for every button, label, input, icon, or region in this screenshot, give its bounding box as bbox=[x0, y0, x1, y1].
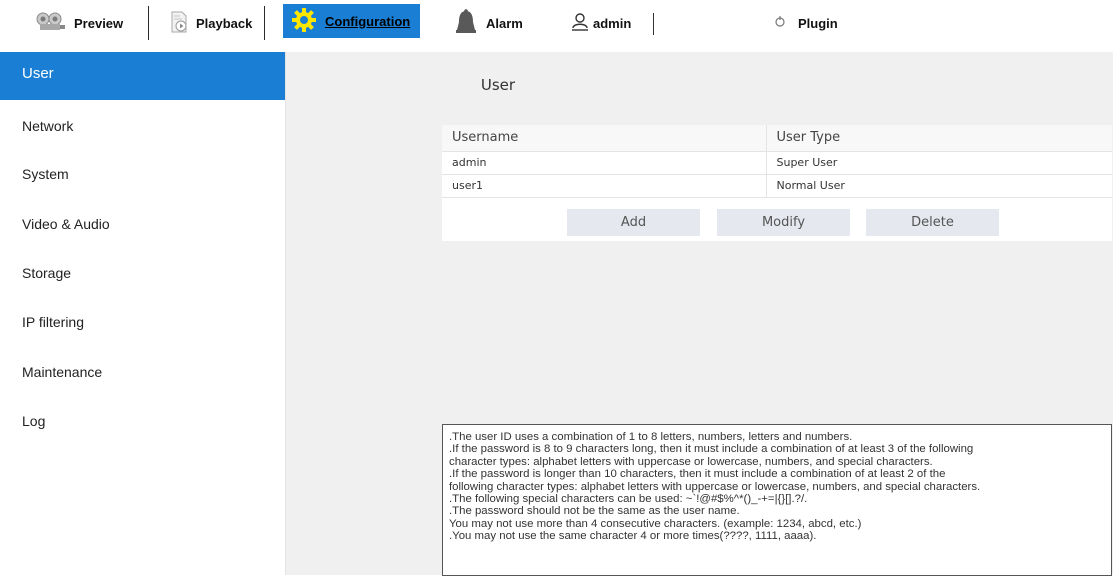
plugin-button[interactable]: Plugin bbox=[774, 6, 838, 40]
top-navigation-bar: Preview Playback Configuration Alarm adm… bbox=[0, 0, 1113, 53]
playback-button[interactable]: Playback bbox=[170, 6, 252, 40]
configuration-button[interactable]: Configuration bbox=[283, 4, 420, 38]
preview-label: Preview bbox=[74, 15, 124, 31]
user-list-panel: Username User Type admin Super User user… bbox=[442, 125, 1112, 241]
table-row[interactable]: admin Super User bbox=[442, 151, 1112, 175]
sidebar-item-storage[interactable]: Storage bbox=[0, 248, 285, 296]
alarm-label: Alarm bbox=[486, 15, 523, 31]
sidebar-item-label: Storage bbox=[22, 265, 72, 281]
note-line: .The following special characters can be… bbox=[449, 493, 808, 506]
sidebar-item-label: System bbox=[22, 166, 69, 182]
table-row[interactable]: user1 Normal User bbox=[442, 174, 1112, 198]
configuration-label: Configuration bbox=[325, 13, 411, 29]
sidebar-item-label: Log bbox=[22, 413, 46, 429]
sidebar-item-video-audio[interactable]: Video & Audio bbox=[0, 200, 285, 248]
user-table: Username User Type admin Super User user… bbox=[442, 125, 1112, 198]
sidebar-item-label: Video & Audio bbox=[22, 216, 110, 232]
add-user-button[interactable]: Add bbox=[567, 209, 700, 236]
plugin-label: Plugin bbox=[798, 15, 838, 31]
note-line: .The user ID uses a combination of 1 to … bbox=[449, 431, 853, 443]
note-line: .If the password is 8 to 9 characters lo… bbox=[449, 443, 974, 456]
sidebar-item-maintenance[interactable]: Maintenance bbox=[0, 348, 285, 396]
current-user-label: admin bbox=[593, 15, 632, 31]
action-button-row: Add Modify Delete bbox=[442, 209, 1112, 237]
user-type-column-header: User Type bbox=[766, 125, 1112, 152]
preview-button[interactable]: Preview bbox=[34, 6, 123, 40]
nav-divider bbox=[264, 6, 265, 40]
main-content: User Username User Type admin Super User… bbox=[286, 52, 1113, 576]
bell-icon bbox=[454, 8, 478, 38]
plugin-icon bbox=[774, 15, 786, 32]
note-line: .The password should not be the same as … bbox=[449, 505, 740, 518]
sidebar-item-system[interactable]: System bbox=[0, 150, 285, 198]
sidebar-item-label: Network bbox=[22, 118, 74, 134]
nav-divider bbox=[653, 13, 654, 35]
sidebar-item-log[interactable]: Log bbox=[0, 396, 285, 444]
modify-user-button[interactable]: Modify bbox=[717, 209, 850, 236]
nav-divider bbox=[148, 6, 149, 40]
table-header-row: Username User Type bbox=[442, 125, 1112, 152]
username-cell: admin bbox=[442, 151, 767, 175]
sidebar-item-label: Maintenance bbox=[22, 364, 103, 380]
username-cell: user1 bbox=[442, 174, 767, 198]
playback-icon bbox=[170, 11, 188, 36]
username-column-header: Username bbox=[442, 125, 767, 152]
note-line: following character types: alphabet lett… bbox=[449, 480, 981, 493]
camera-icon bbox=[34, 11, 66, 36]
sidebar-menu: User Network System Video & Audio Storag… bbox=[0, 52, 286, 575]
sidebar-item-ip-filtering[interactable]: IP filtering bbox=[0, 298, 285, 346]
note-line: You may not use more than 4 consecutive … bbox=[449, 517, 862, 530]
sidebar-item-network[interactable]: Network bbox=[0, 100, 285, 148]
user-type-cell: Normal User bbox=[766, 174, 1112, 198]
alarm-button[interactable]: Alarm bbox=[454, 6, 523, 40]
user-type-cell: Super User bbox=[766, 151, 1112, 175]
user-icon bbox=[570, 12, 590, 35]
gear-icon bbox=[291, 7, 317, 36]
note-line: .If the password is longer than 10 chara… bbox=[449, 468, 946, 481]
password-rules-note: .The user ID uses a combination of 1 to … bbox=[442, 424, 1112, 576]
note-line: character types: alphabet letters with u… bbox=[449, 455, 933, 468]
note-line: .You may not use the same character 4 or… bbox=[449, 530, 817, 543]
current-user[interactable]: admin bbox=[570, 6, 631, 40]
playback-label: Playback bbox=[196, 15, 253, 31]
page-title: User bbox=[480, 76, 516, 94]
delete-user-button[interactable]: Delete bbox=[866, 209, 999, 236]
sidebar-item-label: IP filtering bbox=[22, 314, 84, 330]
